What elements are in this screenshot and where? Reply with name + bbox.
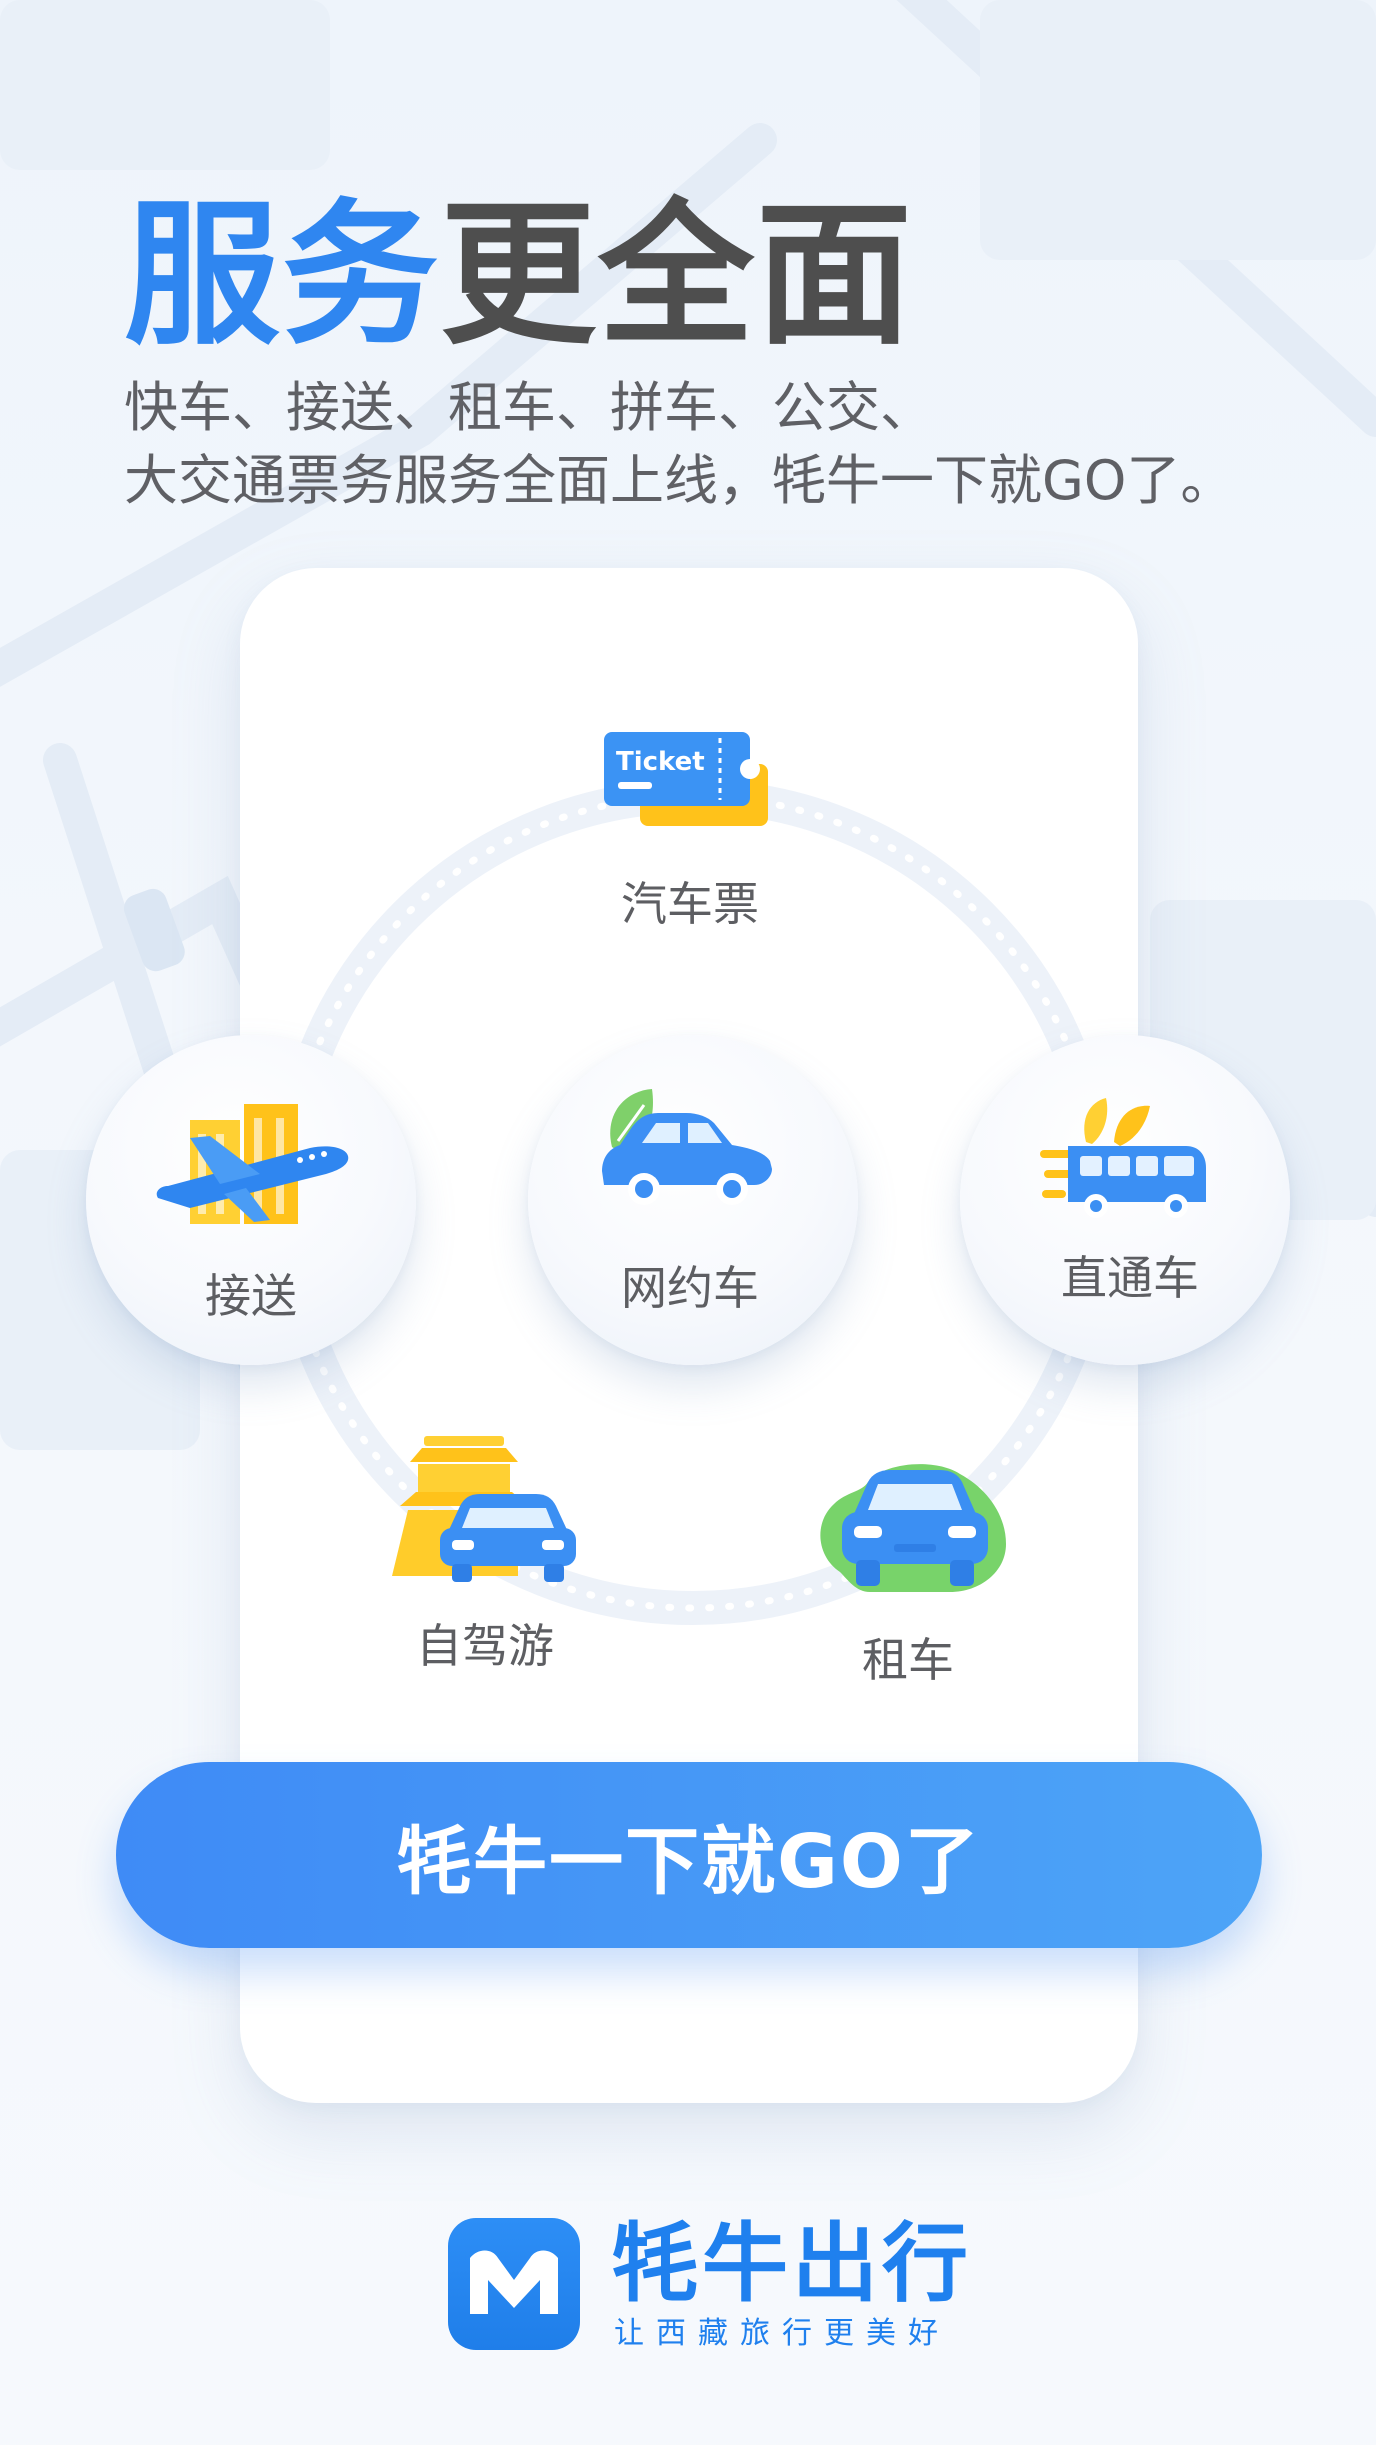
yak-logo-icon xyxy=(448,2218,580,2350)
subtitle-line-2: 大交通票务服务全面上线，牦牛一下就GO了。 xyxy=(124,449,1235,512)
title-accent: 服务 xyxy=(124,184,440,366)
rental-car-icon[interactable] xyxy=(810,1452,1010,1602)
airplane-icon[interactable] xyxy=(150,1098,350,1228)
gate-car-icon[interactable] xyxy=(388,1436,578,1586)
page-title: 服务更全面 xyxy=(124,190,914,360)
service-label-rental[interactable]: 租车 xyxy=(818,1624,998,1690)
service-label-self-drive[interactable]: 自驾游 xyxy=(390,1610,580,1676)
service-label-transfer[interactable]: 接送 xyxy=(166,1260,336,1326)
brand-name: 牦牛出行 xyxy=(612,2214,972,2314)
go-button[interactable]: 牦牛一下就GO了 xyxy=(116,1762,1262,1948)
svg-text:Ticket: Ticket xyxy=(616,747,705,777)
service-label-express-bus[interactable]: 直通车 xyxy=(1040,1242,1220,1308)
service-label-bus-ticket[interactable]: 汽车票 xyxy=(600,868,780,934)
service-label-ride-hailing[interactable]: 网约车 xyxy=(600,1252,780,1318)
subtitle-line-1: 快车、接送、租车、拼车、公交、 xyxy=(124,376,934,439)
ticket-icon[interactable]: Ticket xyxy=(600,726,780,836)
title-rest: 更全面 xyxy=(440,184,914,366)
brand-slogan: 让西藏旅行更美好 xyxy=(614,2316,950,2351)
car-leaf-icon[interactable] xyxy=(594,1085,784,1225)
bus-icon[interactable] xyxy=(1040,1098,1210,1228)
